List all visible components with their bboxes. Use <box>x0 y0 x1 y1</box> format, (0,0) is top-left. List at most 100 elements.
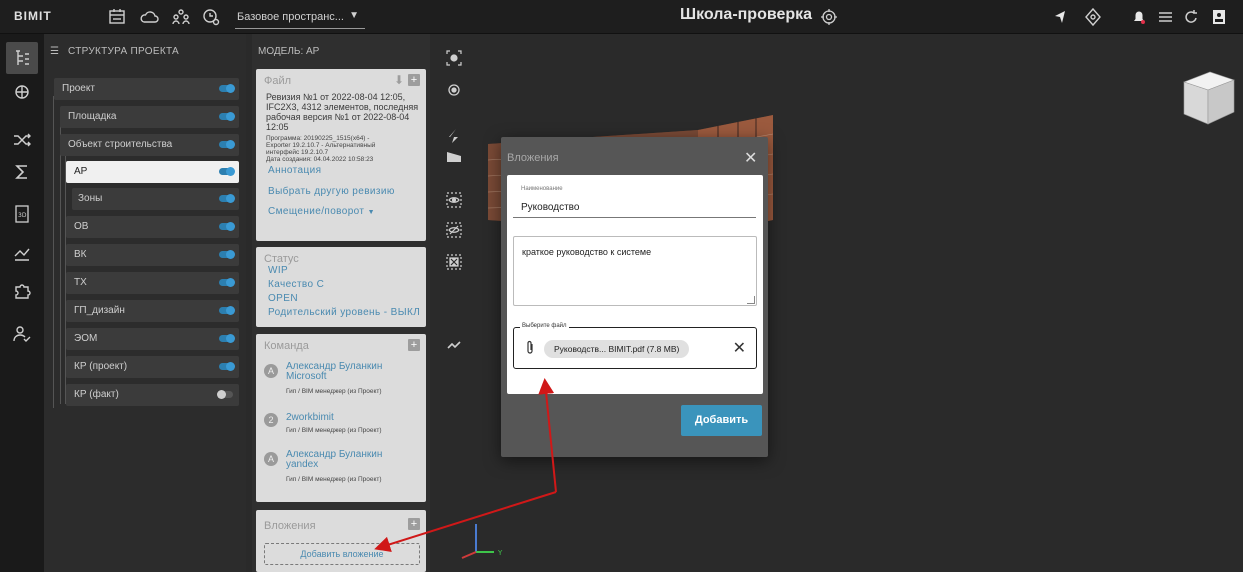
shuffle-icon[interactable] <box>6 124 38 156</box>
puzzle-icon[interactable] <box>6 274 38 306</box>
tree-item-label: ТХ <box>74 277 87 288</box>
file-card-title: Файл <box>264 75 292 87</box>
clock-settings-icon[interactable] <box>200 6 222 28</box>
navigation-cube[interactable] <box>1180 68 1236 126</box>
status-quality[interactable]: Качество С <box>268 279 324 290</box>
tree-item-tx[interactable]: ТХ <box>66 272 239 294</box>
3d-doc-icon[interactable]: 3D <box>6 198 38 230</box>
file-chip: Руководств... BIMIT.pdf (7.8 MB) <box>544 340 690 358</box>
y-axis-label: Y <box>497 549 503 557</box>
calendar-icon[interactable] <box>106 6 128 28</box>
model-panel: МОДЕЛЬ: АР Файл ⬇ + Ревизия №1 от 2022-0… <box>252 34 430 572</box>
attachments-card: Вложения + Добавить вложение <box>256 510 426 572</box>
visibility-toggle[interactable] <box>219 222 235 231</box>
tree-item-site[interactable]: Площадка <box>60 106 239 128</box>
tree-item-label: ОВ <box>74 221 89 232</box>
focus-icon[interactable] <box>446 50 462 66</box>
target-icon[interactable] <box>446 82 462 98</box>
visibility-toggle[interactable] <box>219 334 235 343</box>
svg-text:3D: 3D <box>18 212 27 219</box>
offset-rotation-link[interactable]: Смещение/поворот ▼ <box>268 206 375 217</box>
tree-item-project[interactable]: Проект <box>54 78 239 100</box>
visibility-toggle[interactable] <box>219 250 235 259</box>
hide-icon[interactable] <box>446 222 462 238</box>
status-wip[interactable]: WIP <box>268 265 288 276</box>
member-name[interactable]: 2workbimit <box>286 413 416 423</box>
show-icon[interactable] <box>446 192 462 208</box>
annotation-link[interactable]: Аннотация <box>268 165 321 176</box>
file-picker[interactable]: Выберите файл Руководств... BIMIT.pdf (7… <box>513 323 757 369</box>
measure-icon[interactable] <box>446 336 462 352</box>
project-title: Школа-проверка <box>680 6 813 23</box>
visibility-toggle[interactable] <box>219 362 235 371</box>
team-member[interactable]: А Александр Буланкин Microsoft Гип / BIM… <box>260 362 425 398</box>
visibility-toggle[interactable] <box>217 390 233 399</box>
dialog-title: Вложения <box>507 152 559 164</box>
description-text: краткое руководство к системе <box>522 247 652 257</box>
chevron-down-icon: ▼ <box>367 209 375 216</box>
cloud-icon[interactable] <box>138 6 160 28</box>
tree-item-building[interactable]: Объект строительства <box>60 134 239 156</box>
add-icon[interactable]: + <box>408 339 420 351</box>
team-member[interactable]: А Александр Буланкин yandex Гип / BIM ме… <box>260 450 425 486</box>
file-picker-label: Выберите файл <box>520 323 569 329</box>
name-field-underline <box>513 217 756 218</box>
sigma-icon[interactable] <box>6 156 38 188</box>
tree-item-kr-fact[interactable]: КР (факт) <box>66 384 239 406</box>
visibility-toggle[interactable] <box>219 167 235 176</box>
user-check-icon[interactable] <box>6 318 38 350</box>
chart-icon[interactable] <box>6 236 38 268</box>
tree-item-gp-design[interactable]: ГП_дизайн <box>66 300 239 322</box>
network-icon[interactable] <box>6 76 38 108</box>
tree-item-ar[interactable]: АР <box>66 161 239 183</box>
tree-item-label: КР (проект) <box>74 361 128 372</box>
tree-item-label: Проект <box>62 83 95 94</box>
download-icon[interactable]: ⬇ <box>394 73 404 87</box>
orbit-icon[interactable] <box>1082 6 1104 28</box>
team-member[interactable]: 2 2workbimit Гип / BIM менеджер (из Прое… <box>260 411 425 441</box>
add-icon[interactable]: + <box>408 518 420 530</box>
visibility-toggle[interactable] <box>219 278 235 287</box>
description-textarea[interactable]: краткое руководство к системе <box>513 236 757 306</box>
name-field[interactable]: Руководство <box>521 202 579 213</box>
member-name[interactable]: Александр Буланкин Microsoft <box>286 362 416 382</box>
structure-tree-icon[interactable] <box>6 42 38 74</box>
member-name[interactable]: Александр Буланкин yandex <box>286 450 416 470</box>
resize-handle-icon[interactable] <box>747 296 755 304</box>
add-icon[interactable]: + <box>408 74 420 86</box>
close-icon[interactable]: ✕ <box>744 148 757 168</box>
status-parent-level[interactable]: Родительский уровень - ВЫКЛ <box>268 307 420 318</box>
status-card: Статус WIP Качество С OPEN Родительский … <box>256 247 426 327</box>
attachments-card-title: Вложения <box>264 520 316 532</box>
tree-item-eom[interactable]: ЭОМ <box>66 328 239 350</box>
list-icon[interactable] <box>1154 6 1176 28</box>
tree-item-label: Зоны <box>78 193 103 204</box>
tree-list-icon: ☰ <box>50 46 60 57</box>
chevron-down-icon: ▼ <box>349 10 359 21</box>
cursor-icon[interactable] <box>1050 6 1072 28</box>
users-icon[interactable] <box>170 6 192 28</box>
choose-revision-link[interactable]: Выбрать другую ревизию <box>268 186 395 197</box>
tree-item-zones[interactable]: Зоны <box>72 188 239 210</box>
tree-item-vk[interactable]: ВК <box>66 244 239 266</box>
add-attachment-button[interactable]: Добавить вложение <box>264 543 420 565</box>
tree-item-kr-project[interactable]: КР (проект) <box>66 356 239 378</box>
visibility-toggle[interactable] <box>219 140 235 149</box>
account-icon[interactable] <box>1208 6 1230 28</box>
visibility-toggle[interactable] <box>219 84 235 93</box>
refresh-icon[interactable] <box>1180 6 1202 28</box>
program-line: Exporter 19.2.10.7 - Альтернативный <box>266 142 376 149</box>
bell-icon[interactable] <box>1128 6 1150 28</box>
tree-item-ov[interactable]: ОВ <box>66 216 239 238</box>
visibility-toggle[interactable] <box>219 306 235 315</box>
plane-icon[interactable] <box>446 148 462 164</box>
add-button[interactable]: Добавить <box>681 405 762 436</box>
section-icon[interactable] <box>446 128 462 144</box>
status-open[interactable]: OPEN <box>268 293 298 304</box>
remove-file-icon[interactable]: ✕ <box>733 338 746 358</box>
visibility-toggle[interactable] <box>219 112 235 121</box>
isolate-icon[interactable] <box>446 254 462 270</box>
gear-icon[interactable] <box>820 8 838 26</box>
space-select[interactable]: Базовое пространс... ▼ <box>235 7 365 29</box>
visibility-toggle[interactable] <box>219 194 235 203</box>
